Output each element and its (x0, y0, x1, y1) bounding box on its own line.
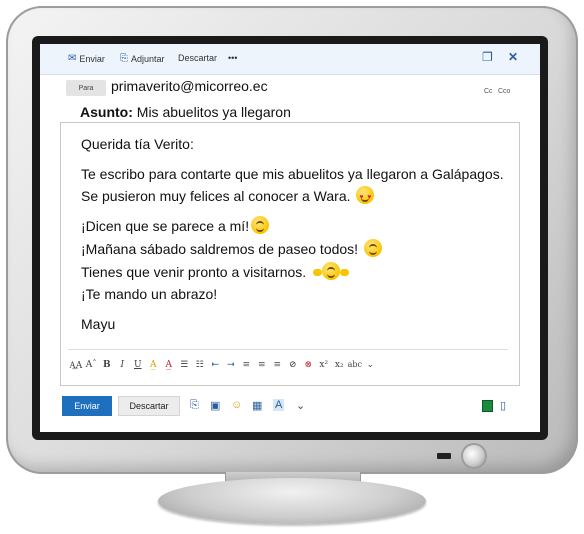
more-format-chevron-icon[interactable]: ⌄ (363, 360, 379, 376)
align-right-button[interactable]: ≡ (270, 360, 286, 376)
body-line-4-text: ¡Mañana sábado saldremos de paseo todos! (81, 241, 359, 257)
green-app-icon[interactable] (482, 400, 493, 412)
smile-emoji-icon (251, 216, 270, 234)
power-slot (437, 453, 451, 459)
discard-button[interactable]: Descartar (118, 396, 180, 416)
text-format-icon[interactable]: A (273, 399, 285, 411)
body-line-2: Se pusieron muy felices al conocer a War… (81, 186, 375, 207)
toolbar-attach-label: Adjuntar (131, 53, 165, 64)
subject-label: Asunto: (80, 104, 133, 120)
to-button[interactable]: Para (66, 80, 106, 96)
send-button[interactable]: Enviar (62, 396, 112, 416)
toolbar-attach-button[interactable]: ⎘ Adjuntar (120, 53, 165, 64)
subject-value: Mis abuelitos ya llegaron (136, 104, 291, 120)
unlink-button[interactable]: ⊗ (301, 360, 317, 376)
more-label: ••• (228, 53, 238, 63)
body-line-3-text: ¡Dicen que se parece a mí! (81, 218, 250, 234)
highlight-button[interactable]: A̲ (146, 360, 162, 376)
spellcheck-button[interactable]: abc (347, 360, 363, 376)
chevron-down-icon[interactable]: ⌄ (296, 399, 305, 412)
paperclip-icon: ⎘ (120, 53, 128, 64)
calendar-icon[interactable]: ▦ (252, 399, 262, 412)
toolbar-discard-button[interactable]: Descartar (178, 53, 217, 63)
toolbar-send-button[interactable]: ✉ Enviar (68, 53, 105, 64)
outdent-button[interactable]: ⇤ (208, 360, 224, 376)
body-line-5: Tienes que venir pronto a visitarnos. (81, 262, 350, 281)
numbering-button[interactable]: ☷ (192, 360, 208, 376)
power-button[interactable] (463, 445, 485, 467)
indent-button[interactable]: ⇥ (223, 360, 239, 376)
align-center-button[interactable]: ≡ (254, 360, 270, 376)
body-line-6: ¡Te mando un abrazo! (81, 286, 218, 302)
underline-button[interactable]: U (130, 360, 146, 376)
grin-emoji-icon (363, 239, 382, 257)
message-body[interactable]: Querida tía Verito: Te escribo para cont… (60, 122, 520, 386)
cco-button[interactable]: Cco (498, 88, 510, 95)
body-line-3: ¡Dicen que se parece a mí! (81, 216, 270, 235)
email-compose-window: ✉ Enviar ⎘ Adjuntar Descartar ••• ❐ ✕ Pa… (40, 44, 540, 432)
font-size-button[interactable]: A͟A (68, 360, 84, 376)
body-line-1: Te escribo para contarte que mis abuelit… (81, 166, 504, 182)
bullets-button[interactable]: ☰ (177, 360, 193, 376)
toolbar-send-label: Enviar (79, 53, 105, 64)
grow-font-button[interactable]: Aˆ (84, 360, 100, 376)
document-icon[interactable]: ▯ (500, 399, 506, 412)
monitor-base (158, 478, 426, 524)
align-left-button[interactable]: ≡ (239, 360, 255, 376)
subscript-button[interactable]: x₂ (332, 360, 348, 376)
body-line-4: ¡Mañana sábado saldremos de paseo todos! (81, 239, 382, 258)
body-line-5-text: Tienes que venir pronto a visitarnos. (81, 264, 307, 280)
font-color-button[interactable]: A̲ (161, 360, 177, 376)
send-icon: ✉ (68, 53, 77, 64)
popout-icon[interactable]: ❐ (482, 50, 493, 64)
signature-line: Mayu (81, 316, 116, 332)
paperclip-icon[interactable]: ⎘ (190, 399, 199, 412)
cc-button[interactable]: Cc (484, 88, 493, 95)
format-toolbar: A͟A Aˆ B I U A̲ A̲ ☰ ☷ ⇤ ⇥ ≡ ≡ ≡ ⊘ ⊗ x² … (68, 360, 378, 376)
close-icon[interactable]: ✕ (508, 50, 518, 64)
format-divider (68, 349, 508, 350)
hug-emoji-icon (313, 262, 350, 280)
subject-field[interactable]: Asunto: Mis abuelitos ya llegaron (80, 104, 291, 120)
image-icon[interactable]: ▣ (210, 399, 220, 412)
superscript-button[interactable]: x² (316, 360, 332, 376)
heart-eyes-emoji-icon (356, 186, 375, 207)
bold-button[interactable]: B (99, 360, 115, 376)
to-field[interactable]: primaverito@micorreo.ec (111, 78, 268, 94)
compose-toolbar: ✉ Enviar ⎘ Adjuntar Descartar ••• ❐ ✕ (40, 44, 540, 75)
emoji-icon[interactable]: ☺ (231, 399, 242, 411)
greeting-line: Querida tía Verito: (81, 136, 194, 152)
body-line-2-text: Se pusieron muy felices al conocer a War… (81, 188, 351, 204)
italic-button[interactable]: I (115, 360, 131, 376)
link-button[interactable]: ⊘ (285, 360, 301, 376)
toolbar-more-button[interactable]: ••• (228, 53, 237, 63)
toolbar-discard-label: Descartar (178, 53, 218, 63)
